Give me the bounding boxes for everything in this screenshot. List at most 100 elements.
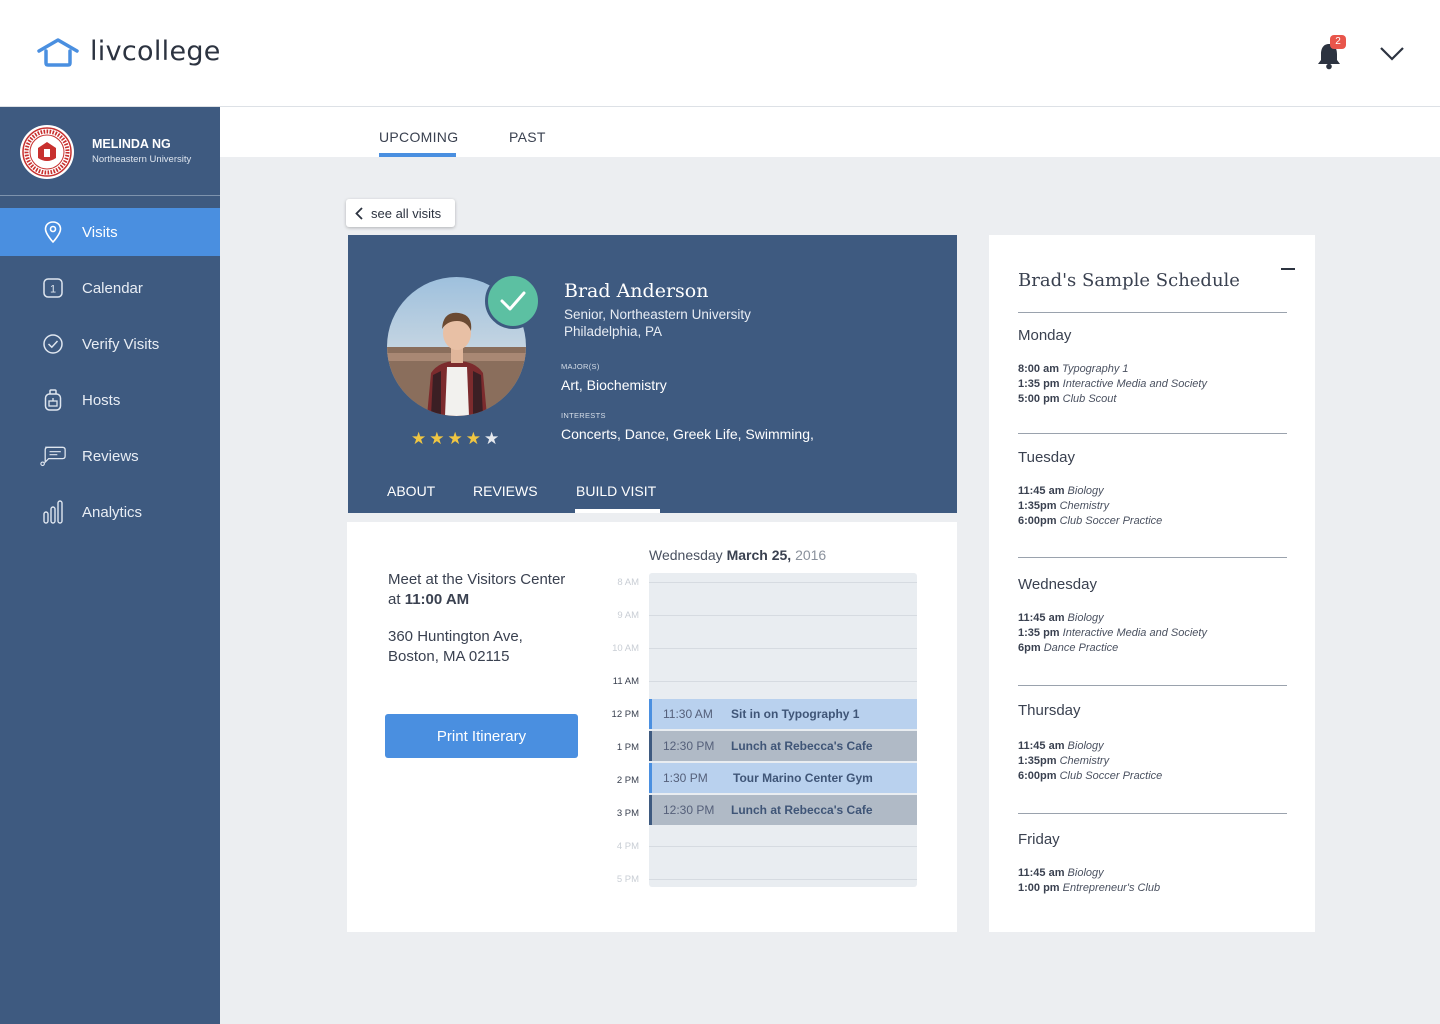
itinerary-event[interactable]: 12:30 PM Lunch at Rebecca's Cafe [649, 731, 917, 761]
hour-label: 1 PM [616, 742, 639, 753]
event-time: 12:30 PM [663, 739, 715, 753]
host-majors: Art, Biochemistry [561, 377, 667, 393]
meeting-time-line: at 11:00 AM [388, 590, 565, 610]
sidebar-item-label: Hosts [82, 391, 121, 409]
entry-time: 1:35 pm [1018, 627, 1060, 639]
schedule-day: Wednesday [1018, 576, 1097, 593]
itinerary-event[interactable]: 12:30 PM Lunch at Rebecca's Cafe [649, 795, 917, 825]
meeting-location: Meet at the Visitors Center [388, 571, 566, 588]
sidebar-item-label: Calendar [82, 279, 143, 297]
entry-class: Dance Practice [1043, 642, 1119, 654]
collapse-icon[interactable] [1281, 268, 1295, 270]
hour-label: 10 AM [612, 643, 639, 654]
meeting-info: Meet at the Visitors Center at 11:00 AM [388, 570, 565, 610]
schedule-entry: 5:00 pm Club Scout [1018, 393, 1116, 405]
hour-label: 8 AM [617, 577, 639, 588]
sidebar: MELINDA NG Northeastern University Visit… [0, 107, 220, 1024]
event-time: 11:30 AM [663, 707, 713, 721]
hour-label: 5 PM [616, 874, 639, 885]
tab-upcoming[interactable]: UPCOMING [379, 129, 458, 145]
hour-gridline [649, 648, 917, 649]
sidebar-item-hosts[interactable]: Hosts [0, 376, 220, 424]
star-icon: ★ [447, 429, 466, 448]
tab-past[interactable]: PAST [509, 129, 546, 145]
address-line-1: 360 Huntington Ave, [388, 628, 523, 645]
tab-reviews[interactable]: REVIEWS [473, 483, 538, 499]
sidebar-item-analytics[interactable]: Analytics [0, 488, 220, 536]
print-itinerary-button[interactable]: Print Itinerary [385, 714, 578, 758]
entry-time: 11:45 am [1018, 740, 1065, 752]
sidebar-item-reviews[interactable]: Reviews [0, 432, 220, 480]
event-title: Sit in on Typography 1 [731, 707, 860, 721]
host-name: Brad Anderson [564, 280, 709, 302]
tab-build-visit[interactable]: BUILD VISIT [576, 483, 656, 499]
map-pin-icon [40, 219, 66, 245]
schedule-day: Monday [1018, 327, 1072, 344]
verified-check-icon [485, 273, 541, 329]
svg-text:1: 1 [50, 284, 56, 296]
calendar-icon: 1 [40, 275, 66, 301]
logo-text: livcollege [90, 36, 221, 67]
schedule-day: Friday [1018, 831, 1060, 848]
user-profile[interactable]: MELINDA NG Northeastern University [0, 107, 220, 196]
star-icon: ★ [465, 429, 484, 448]
hour-label: 3 PM [616, 808, 639, 819]
itinerary-event[interactable]: 1:30 PM Tour Marino Center Gym [649, 763, 917, 793]
chevron-down-icon[interactable] [1378, 44, 1406, 64]
schedule-entry: 1:35pm Chemistry [1018, 755, 1109, 767]
entry-time: 6:00pm [1018, 770, 1057, 782]
hour-gridline [649, 846, 917, 847]
schedule-entry: 1:35 pm Interactive Media and Society [1018, 627, 1207, 639]
entry-time: 1:35pm [1018, 500, 1057, 512]
hour-label: 9 AM [617, 610, 639, 621]
sidebar-item-label: Visits [82, 223, 118, 241]
entry-time: 11:45 am [1018, 485, 1065, 497]
host-rating-stars: ★★★★★ [411, 429, 502, 449]
schedule-entry: 8:00 am Typography 1 [1018, 363, 1129, 375]
schedule-entry: 11:45 am Biology [1018, 612, 1104, 624]
entry-time: 1:00 pm [1018, 882, 1060, 894]
schedule-title: Brad's Sample Schedule [1018, 270, 1240, 291]
user-school: Northeastern University [92, 154, 192, 165]
sidebar-item-calendar[interactable]: 1 Calendar [0, 264, 220, 312]
build-visit-panel: Meet at the Visitors Center at 11:00 AM … [347, 522, 957, 932]
hour-gridline [649, 582, 917, 583]
schedule-year: 2016 [795, 547, 827, 563]
sample-schedule-panel: Brad's Sample Schedule Monday 8:00 am Ty… [989, 235, 1315, 932]
entry-time: 1:35pm [1018, 755, 1057, 767]
itinerary-event[interactable]: 11:30 AM Sit in on Typography 1 [649, 699, 917, 729]
card-tab-active-indicator [575, 509, 660, 513]
hour-label: 2 PM [616, 775, 639, 786]
entry-time: 11:45 am [1018, 612, 1065, 624]
logo[interactable]: livcollege [36, 36, 221, 67]
event-title: Tour Marino Center Gym [733, 771, 873, 785]
entry-class: Biology [1067, 612, 1104, 624]
schedule-entry: 1:35 pm Interactive Media and Society [1018, 378, 1207, 390]
schedule-entry: 1:35pm Chemistry [1018, 500, 1109, 512]
entry-time: 11:45 am [1018, 867, 1065, 879]
entry-class: Biology [1067, 867, 1104, 879]
notification-badge: 2 [1330, 35, 1346, 49]
schedule-entry: 1:00 pm Entrepreneur's Club [1018, 882, 1160, 894]
meeting-at: at [388, 591, 401, 608]
hour-gridline [649, 879, 917, 880]
meeting-address: 360 Huntington Ave, Boston, MA 02115 [388, 627, 523, 667]
day-timeline [649, 573, 917, 887]
sidebar-item-visits[interactable]: Visits [0, 208, 220, 256]
schedule-day: Thursday [1018, 702, 1081, 719]
check-circle-icon [40, 331, 66, 357]
schedule-entry: 11:45 am Biology [1018, 740, 1104, 752]
divider [1018, 312, 1287, 313]
sidebar-item-verify-visits[interactable]: Verify Visits [0, 320, 220, 368]
entry-time: 5:00 pm [1018, 393, 1060, 405]
hour-gridline [649, 615, 917, 616]
schedule-entry: 6:00pm Club Soccer Practice [1018, 770, 1162, 782]
see-all-visits-button[interactable]: see all visits [346, 199, 455, 227]
host-card: ★★★★★ Brad Anderson Senior, Northeastern… [348, 235, 957, 513]
divider [1018, 685, 1287, 686]
tab-about[interactable]: ABOUT [387, 483, 435, 499]
meeting-time: 11:00 AM [404, 591, 470, 608]
host-location: Philadelphia, PA [564, 324, 663, 339]
entry-time: 6:00pm [1018, 515, 1057, 527]
entry-class: Entrepreneur's Club [1062, 882, 1161, 894]
